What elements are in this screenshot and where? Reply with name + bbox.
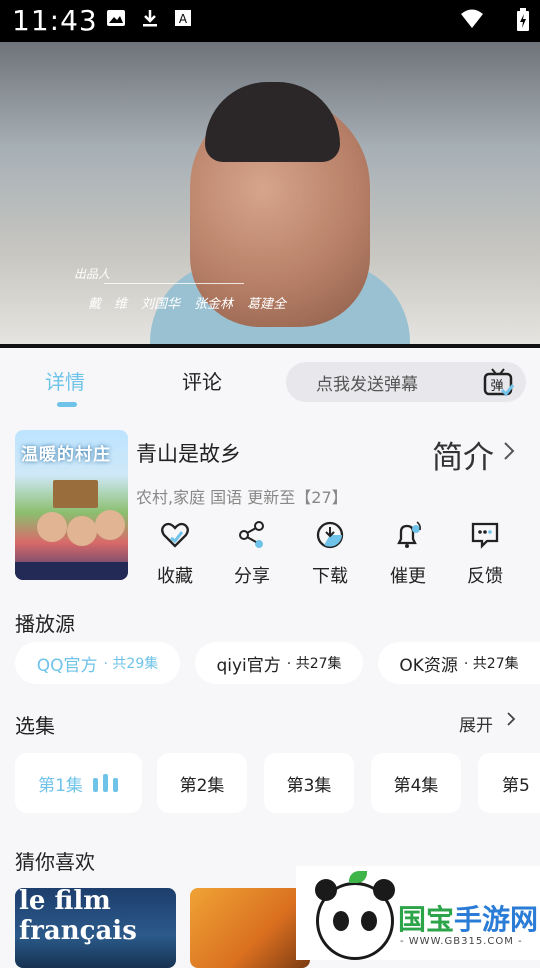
feedback-button[interactable]: 反馈	[455, 520, 515, 588]
download-button[interactable]: 下载	[300, 520, 360, 588]
image-icon	[106, 8, 126, 32]
danmu-toggle-icon[interactable]: 弹	[482, 366, 515, 398]
urge-update-button[interactable]: 催更	[378, 520, 438, 588]
video-player[interactable]: 出品人 戴 维 刘国华 张金林 葛建全	[0, 42, 540, 348]
episode-label: 第4集	[393, 775, 439, 796]
credits-title: 出品人	[74, 267, 111, 281]
poster-person	[37, 512, 67, 542]
danmu-input[interactable]: 点我发送弹幕 弹	[286, 362, 526, 402]
credit-name: 戴 维	[88, 297, 128, 312]
action-bar: 收藏 分享 下载 催更 反馈	[135, 520, 525, 590]
video-frame-hair	[205, 82, 340, 162]
watermark-brand-part2: 手游网	[454, 903, 539, 936]
show-meta: 农村,家庭 国语 更新至【27】	[136, 488, 348, 507]
panda-logo-icon	[315, 871, 395, 960]
recommend-card[interactable]	[190, 888, 310, 968]
playing-indicator-icon	[92, 774, 119, 792]
watermark-url: - WWW.GB315.COM -	[400, 936, 523, 947]
episode-label: 第1集	[38, 775, 83, 796]
download-clock-icon	[315, 520, 345, 550]
source-chip[interactable]: qiyi官方 · 共27集	[195, 642, 363, 684]
source-count: · 共29集	[103, 656, 159, 672]
watermark-brand-part1: 国宝	[398, 903, 455, 936]
show-title: 青山是故乡	[136, 442, 241, 466]
svg-text:A: A	[179, 12, 188, 26]
episode-label: 第5	[502, 775, 530, 796]
poster-strip	[15, 562, 128, 580]
episode-button[interactable]: 第4集	[371, 753, 461, 813]
danmu-badge-text: 弹	[490, 379, 503, 394]
recommend-heading: 猜你喜欢	[15, 850, 95, 874]
battery-charging-icon	[516, 8, 530, 36]
share-icon	[237, 520, 267, 550]
episode-label: 第2集	[179, 775, 225, 796]
credit-name: 刘国华	[141, 297, 181, 312]
site-watermark: 国宝手游网 - WWW.GB315.COM -	[296, 866, 540, 960]
poster-gate	[53, 480, 98, 508]
poster-person	[67, 516, 97, 546]
a-icon: A	[174, 8, 192, 32]
credit-name: 张金林	[194, 297, 234, 312]
credit-name: 葛建全	[247, 297, 287, 312]
chevron-right-icon[interactable]	[502, 440, 516, 468]
poster-title: 温暖的村庄	[21, 445, 111, 465]
recommend-card[interactable]: le film français	[15, 888, 176, 968]
credits-rule	[104, 283, 244, 284]
source-count: · 共27集	[286, 656, 342, 672]
watermark-brand: 国宝手游网	[398, 898, 538, 938]
favorite-label: 收藏	[157, 566, 193, 587]
source-count: · 共27集	[463, 656, 519, 672]
urge-update-label: 催更	[390, 566, 426, 587]
source-chip[interactable]: QQ官方 · 共29集	[15, 642, 180, 684]
status-bar: 11:43 A	[0, 0, 540, 42]
credits-names: 戴 维 刘国华 张金林 葛建全	[88, 293, 286, 312]
source-chip[interactable]: OK资源 · 共27集	[378, 642, 540, 684]
download-icon	[140, 8, 160, 32]
feedback-label: 反馈	[467, 566, 503, 587]
share-button[interactable]: 分享	[222, 520, 282, 588]
feedback-icon	[470, 520, 500, 550]
episode-button[interactable]: 第2集	[157, 753, 247, 813]
source-name: qiyi官方	[216, 655, 281, 676]
sources-heading: 播放源	[15, 612, 75, 636]
show-poster[interactable]: 温暖的村庄	[15, 430, 128, 580]
expand-button[interactable]: 展开	[459, 711, 493, 736]
episodes-heading: 选集	[15, 714, 55, 738]
source-name: QQ官方	[36, 655, 98, 676]
wifi-icon	[460, 8, 484, 34]
chevron-right-icon[interactable]	[505, 710, 517, 733]
tab-comments[interactable]: 评论	[182, 366, 222, 395]
tab-details[interactable]: 详情	[45, 366, 85, 407]
status-time: 11:43	[12, 4, 98, 37]
danmu-placeholder: 点我发送弹幕	[316, 375, 418, 395]
episode-button[interactable]: 第1集	[15, 753, 142, 813]
heart-icon	[160, 520, 190, 550]
episode-button[interactable]: 第5	[478, 753, 540, 813]
episode-button[interactable]: 第3集	[264, 753, 354, 813]
poster-person	[95, 510, 125, 540]
episode-label: 第3集	[286, 775, 332, 796]
bell-icon	[393, 520, 423, 550]
favorite-button[interactable]: 收藏	[145, 520, 205, 588]
share-label: 分享	[234, 566, 270, 587]
source-name: OK资源	[399, 655, 458, 676]
video-credits: 出品人 戴 维 刘国华 张金林 葛建全	[74, 265, 324, 321]
download-label: 下载	[312, 566, 348, 587]
recommend-card-title: le film français	[19, 888, 137, 946]
intro-link[interactable]: 简介	[432, 432, 494, 477]
